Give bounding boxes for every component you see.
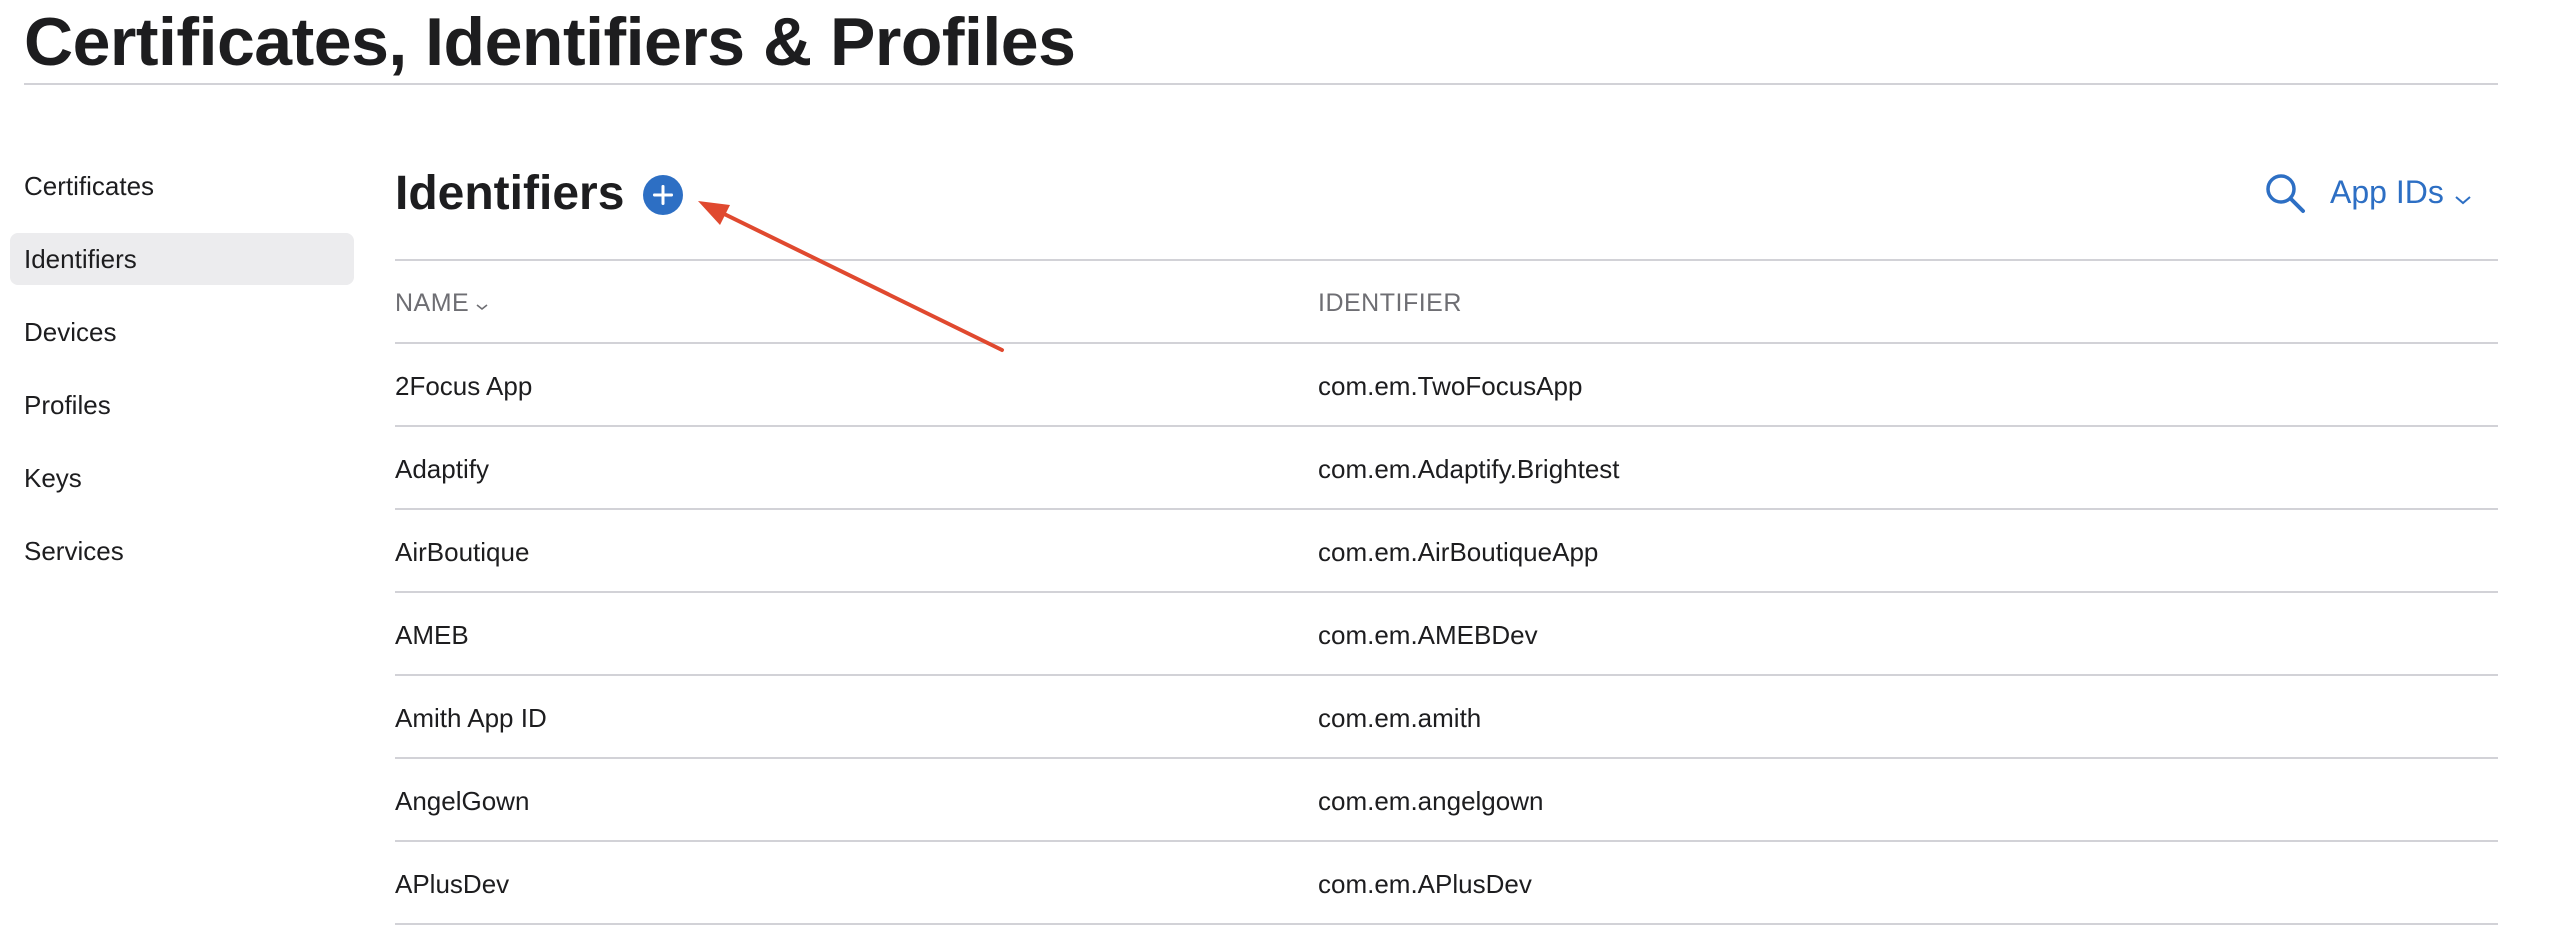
app-ids-filter-dropdown[interactable]: App IDs — [2330, 168, 2472, 216]
sidebar-item-label: Keys — [24, 463, 82, 493]
row-name[interactable]: AMEB — [395, 593, 469, 674]
sidebar-item-services[interactable]: Services — [10, 525, 354, 577]
table-row[interactable]: AirBoutique com.em.AirBoutiqueApp — [395, 510, 2498, 593]
sidebar-item-profiles[interactable]: Profiles — [10, 379, 354, 431]
row-identifier: com.em.amith — [1318, 703, 1482, 733]
row-name[interactable]: Adaptify — [395, 427, 489, 508]
filter-label: App IDs — [2330, 174, 2444, 210]
sidebar-item-keys[interactable]: Keys — [10, 452, 354, 504]
table-row[interactable]: AMEB com.em.AMEBDev — [395, 593, 2498, 676]
sidebar-item-label: Devices — [24, 317, 117, 347]
row-identifier: com.em.TwoFocusApp — [1318, 371, 1583, 401]
sidebar-item-identifiers[interactable]: Identifiers — [10, 233, 354, 285]
row-identifier: com.em.AMEBDev — [1318, 620, 1538, 650]
table-header-row: NAME IDENTIFIER — [395, 261, 2498, 344]
row-name[interactable]: AirBoutique — [395, 510, 529, 591]
section-title: Identifiers — [395, 167, 625, 220]
row-name[interactable]: AngelGown — [395, 759, 529, 840]
page-title: Certificates, Identifiers & Profiles — [24, 4, 1076, 80]
sidebar-item-label: Profiles — [24, 390, 111, 420]
sidebar-item-label: Services — [24, 536, 124, 566]
chevron-down-icon — [2454, 171, 2472, 219]
sidebar: Certificates Identifiers Devices Profile… — [10, 160, 354, 598]
table-row[interactable]: 2Focus App com.em.TwoFocusApp — [395, 344, 2498, 427]
table-row[interactable]: APlusDev com.em.APlusDev — [395, 842, 2498, 925]
row-name[interactable]: APlusDev — [395, 842, 509, 923]
row-identifier: com.em.Adaptify.Brightest — [1318, 454, 1620, 484]
column-header-identifier: IDENTIFIER — [1318, 289, 1462, 317]
sidebar-item-label: Certificates — [24, 171, 155, 201]
chevron-down-icon — [475, 262, 489, 346]
identifiers-table: NAME IDENTIFIER 2Focus App com.em.TwoFoc… — [395, 259, 2498, 925]
title-divider — [24, 83, 2498, 85]
table-row[interactable]: AngelGown com.em.angelgown — [395, 759, 2498, 842]
column-header-name[interactable]: NAME — [395, 261, 489, 342]
row-name[interactable]: Amith App ID — [395, 676, 547, 757]
sidebar-item-certificates[interactable]: Certificates — [10, 160, 354, 212]
sidebar-item-devices[interactable]: Devices — [10, 306, 354, 358]
sidebar-item-label: Identifiers — [24, 244, 137, 274]
row-identifier: com.em.APlusDev — [1318, 869, 1532, 899]
table-row[interactable]: Amith App ID com.em.amith — [395, 676, 2498, 759]
row-identifier: com.em.angelgown — [1318, 786, 1544, 816]
plus-circle-icon — [653, 185, 673, 205]
search-button[interactable] — [2262, 170, 2308, 216]
row-identifier: com.em.AirBoutiqueApp — [1318, 537, 1599, 567]
search-icon — [2266, 174, 2305, 213]
add-identifier-button[interactable] — [643, 175, 683, 215]
row-name[interactable]: 2Focus App — [395, 344, 532, 425]
table-row[interactable]: Adaptify com.em.Adaptify.Brightest — [395, 427, 2498, 510]
